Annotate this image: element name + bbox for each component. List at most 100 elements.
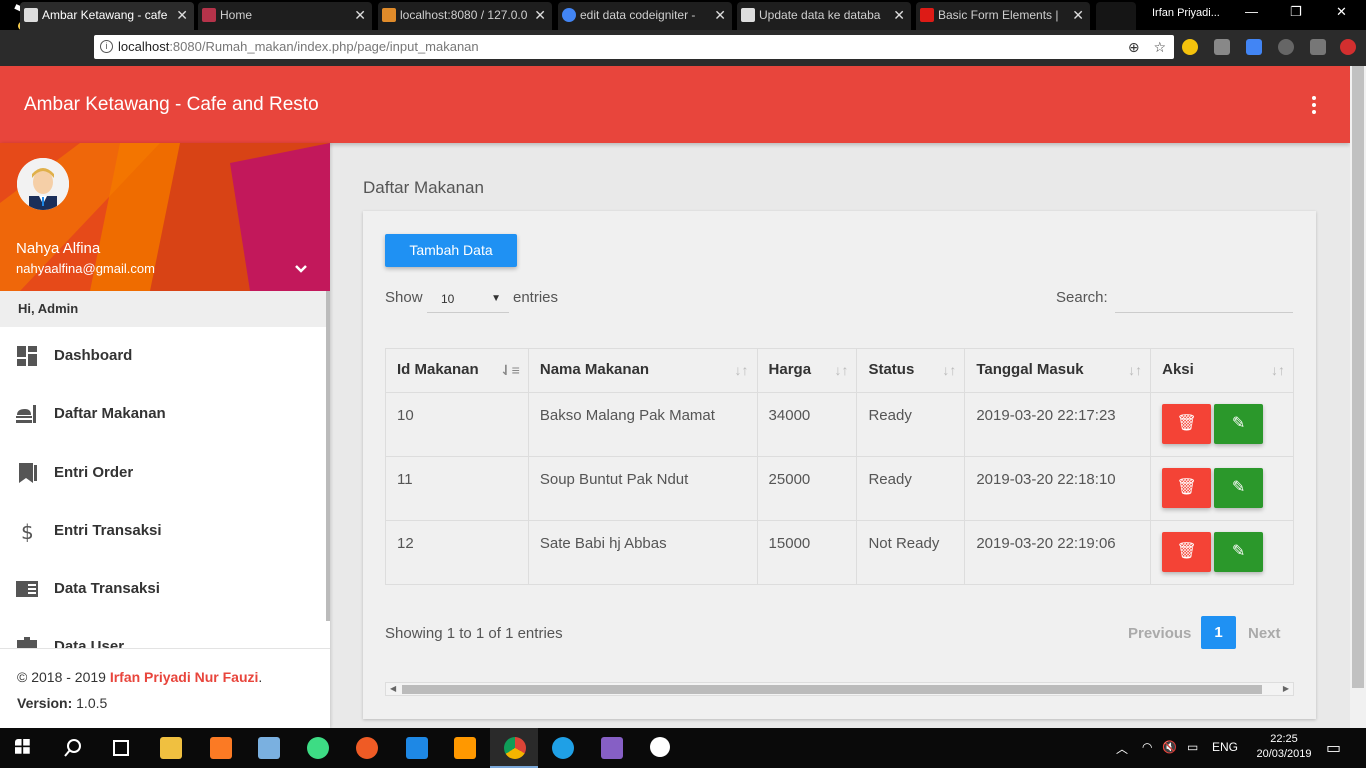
taskbar-chrome[interactable] bbox=[490, 728, 538, 768]
tab-home[interactable]: Home ✕ bbox=[198, 2, 372, 30]
close-icon[interactable]: ✕ bbox=[176, 2, 188, 28]
address-bar[interactable]: i localhost:8080/Rumah_makan/index.php/p… bbox=[94, 35, 1174, 59]
start-button[interactable] bbox=[0, 728, 48, 768]
info-icon[interactable]: i bbox=[100, 40, 113, 53]
sidebar-item-entri-transaksi[interactable]: $ Entri Transaksi bbox=[0, 502, 326, 560]
version-text: Version: 1.0.5 bbox=[17, 695, 108, 711]
postman-icon bbox=[356, 737, 378, 759]
col-status[interactable]: Status ↓↑ bbox=[856, 348, 966, 393]
browser-profile-name[interactable]: Irfan Priyadi... bbox=[1152, 7, 1220, 19]
tab-google-search[interactable]: edit data codeigniter - ✕ bbox=[558, 2, 732, 30]
svg-text:$: $ bbox=[21, 520, 34, 542]
extension-translate-icon[interactable] bbox=[1246, 39, 1262, 55]
visual-studio-icon bbox=[601, 737, 623, 759]
delete-button[interactable]: 🗑 bbox=[1162, 404, 1212, 444]
scroll-left-icon[interactable]: ◀ bbox=[390, 683, 396, 695]
tab-phpmyadmin[interactable]: localhost:8080 / 127.0.0 ✕ bbox=[378, 2, 552, 30]
close-icon[interactable]: ✕ bbox=[893, 2, 905, 28]
length-entries-label: entries bbox=[513, 289, 559, 306]
search-button[interactable] bbox=[48, 728, 96, 768]
scrollbar-thumb[interactable] bbox=[402, 685, 1262, 694]
avatar[interactable] bbox=[17, 158, 69, 210]
col-tanggal-masuk[interactable]: Tanggal Masuk ↓↑ bbox=[964, 348, 1152, 393]
page-scrollbar[interactable] bbox=[1350, 66, 1366, 728]
taskbar-postman[interactable] bbox=[342, 728, 390, 768]
chrome-icon bbox=[504, 737, 526, 759]
chevron-down-icon[interactable] bbox=[294, 261, 308, 279]
zoom-icon[interactable]: ⊕ bbox=[1128, 39, 1140, 55]
menu-header: Hi, Admin bbox=[0, 291, 326, 327]
taskbar-settings[interactable] bbox=[636, 728, 684, 768]
virtualbox-icon bbox=[258, 737, 280, 759]
window-close-icon[interactable]: ✕ bbox=[1336, 4, 1347, 20]
close-icon[interactable]: ✕ bbox=[1072, 2, 1084, 28]
close-icon[interactable]: ✕ bbox=[534, 2, 546, 28]
table-row: 11 Soup Buntut Pak Ndut 25000 Ready 2019… bbox=[385, 456, 1294, 521]
close-icon[interactable]: ✕ bbox=[714, 2, 726, 28]
edit-button[interactable]: ✎ bbox=[1214, 532, 1264, 572]
sort-asc-icon: ⇃≡ bbox=[499, 362, 520, 378]
table-row: 12 Sate Babi hj Abbas 15000 Not Ready 20… bbox=[385, 520, 1294, 585]
page-scrollbar-thumb[interactable] bbox=[1352, 66, 1364, 688]
taskbar-vscode[interactable] bbox=[392, 728, 440, 768]
tab-basic-form[interactable]: Basic Form Elements | ✕ bbox=[916, 2, 1090, 30]
delete-button[interactable]: 🗑 bbox=[1162, 532, 1212, 572]
pagination-next[interactable]: Next bbox=[1248, 625, 1281, 642]
taskbar-android-studio[interactable] bbox=[293, 728, 341, 768]
add-data-button[interactable]: Tambah Data bbox=[385, 234, 517, 267]
page-title: Daftar Makanan bbox=[363, 178, 484, 197]
col-id-makanan[interactable]: Id Makanan ⇃≡ bbox=[385, 348, 529, 393]
main-content: Daftar Makanan Tambah Data Show 10 ▼ ent… bbox=[330, 143, 1350, 728]
sidebar-item-entri-order[interactable]: Entri Order bbox=[0, 444, 326, 502]
copyright-text: © 2018 - 2019 Irfan Priyadi Nur Fauzi. bbox=[17, 669, 263, 685]
system-clock[interactable]: 22:25 20/03/2019 bbox=[1256, 732, 1312, 762]
extension-pdf-icon[interactable] bbox=[1310, 39, 1326, 55]
delete-button[interactable]: 🗑 bbox=[1162, 468, 1212, 508]
extension-coin-icon[interactable] bbox=[1182, 39, 1198, 55]
actions-cell: 🗑 ✎ bbox=[1150, 456, 1294, 521]
gear-icon bbox=[650, 737, 670, 757]
edit-button[interactable]: ✎ bbox=[1214, 468, 1264, 508]
volume-muted-icon[interactable]: 🔇 bbox=[1162, 740, 1177, 754]
extension-gmail-icon[interactable] bbox=[1214, 39, 1230, 55]
search-input[interactable] bbox=[1115, 283, 1293, 313]
taskbar-xampp[interactable] bbox=[196, 728, 244, 768]
taskbar-file-explorer[interactable] bbox=[146, 728, 194, 768]
scroll-right-icon[interactable]: ▶ bbox=[1283, 683, 1289, 695]
chevron-up-icon[interactable]: ︿ bbox=[1116, 740, 1128, 757]
table-horizontal-scrollbar[interactable]: ◀ ▶ bbox=[385, 682, 1294, 696]
taskbar-visual-studio[interactable] bbox=[587, 728, 635, 768]
entries-length-select[interactable]: 10 ▼ bbox=[427, 285, 509, 313]
language-indicator[interactable]: ENG bbox=[1212, 740, 1238, 754]
minimize-icon[interactable]: — bbox=[1245, 4, 1258, 19]
restore-icon[interactable]: ❐ bbox=[1290, 4, 1302, 20]
sidebar-item-dashboard[interactable]: Dashboard bbox=[0, 327, 326, 385]
task-view-button[interactable] bbox=[96, 728, 144, 768]
battery-icon[interactable]: ▭ bbox=[1187, 740, 1198, 754]
taskbar-sublime[interactable] bbox=[440, 728, 488, 768]
actions-cell: 🗑 ✎ bbox=[1150, 392, 1294, 457]
tab-update-data[interactable]: Update data ke databa ✕ bbox=[737, 2, 911, 30]
tab-ambar-ketawang[interactable]: Ambar Ketawang - cafe ✕ bbox=[20, 2, 194, 30]
bookmark-star-icon[interactable]: ☆ bbox=[1153, 39, 1166, 55]
pagination-previous[interactable]: Previous bbox=[1128, 625, 1191, 642]
extension-gear-icon[interactable] bbox=[1278, 39, 1294, 55]
col-nama-makanan[interactable]: Nama Makanan ↓↑ bbox=[527, 348, 758, 393]
length-show-label: Show bbox=[385, 289, 423, 306]
taskbar-virtualbox[interactable] bbox=[244, 728, 292, 768]
new-tab-button[interactable] bbox=[1096, 2, 1136, 30]
edit-button[interactable]: ✎ bbox=[1214, 404, 1264, 444]
wifi-icon[interactable]: ◠ bbox=[1142, 740, 1152, 754]
sidebar-item-daftar-makanan[interactable]: Daftar Makanan bbox=[0, 385, 326, 443]
sidebar-item-data-transaksi[interactable]: Data Transaksi bbox=[0, 560, 326, 618]
col-aksi[interactable]: Aksi ↓↑ bbox=[1150, 348, 1294, 393]
pagination-page-1[interactable]: 1 bbox=[1201, 616, 1236, 649]
app-title[interactable]: Ambar Ketawang - Cafe and Resto bbox=[24, 94, 319, 116]
more-vert-icon[interactable] bbox=[1312, 96, 1316, 117]
notifications-icon[interactable]: ▭ bbox=[1326, 738, 1341, 758]
close-icon[interactable]: ✕ bbox=[354, 2, 366, 28]
col-harga[interactable]: Harga ↓↑ bbox=[756, 348, 858, 393]
taskbar-edge[interactable] bbox=[538, 728, 586, 768]
update-icon[interactable] bbox=[1340, 39, 1356, 55]
author-link[interactable]: Irfan Priyadi Nur Fauzi bbox=[110, 669, 259, 685]
